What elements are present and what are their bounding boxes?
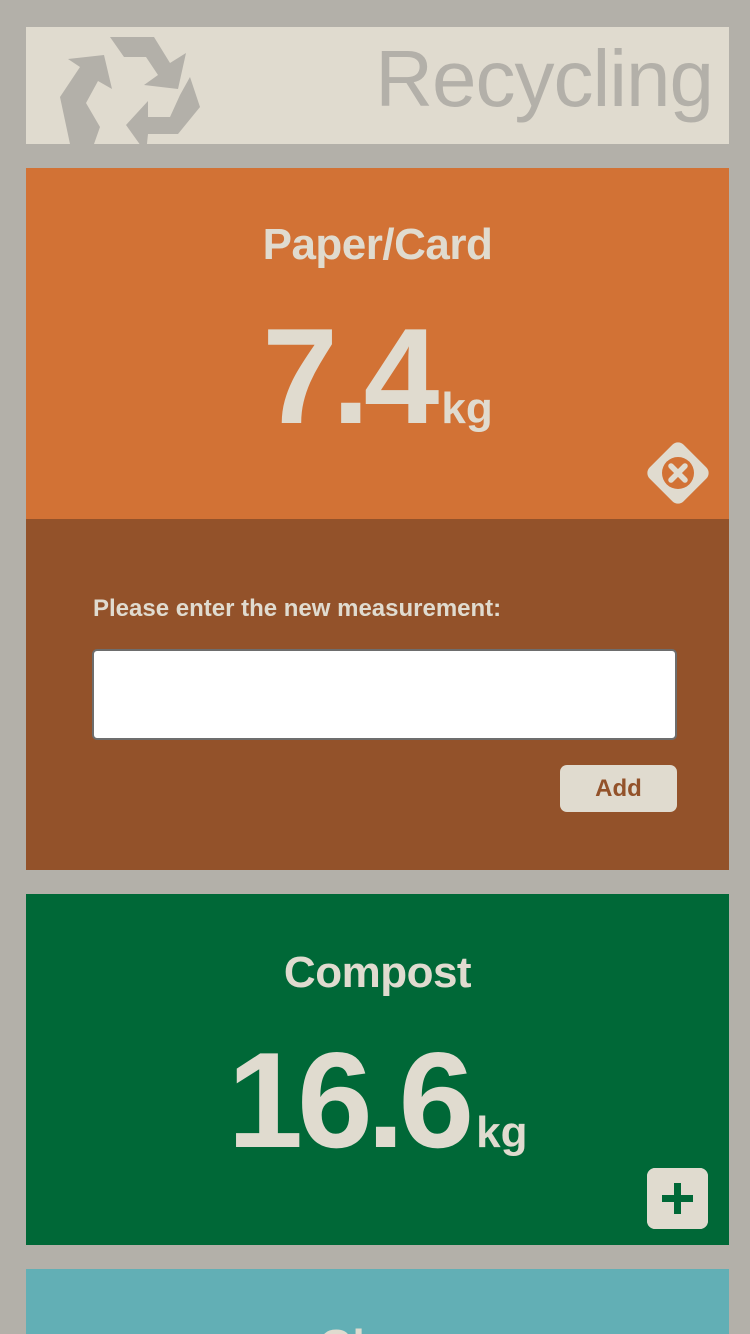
measurement-input[interactable] [92, 649, 677, 740]
category-amount: 16.6 kg [26, 1032, 729, 1168]
close-icon[interactable] [639, 434, 717, 512]
add-button[interactable]: Add [560, 765, 677, 812]
category-value: 7.4 [262, 300, 439, 452]
page-title: Recycling [375, 34, 714, 123]
plus-icon[interactable] [647, 1168, 708, 1229]
category-card-compost[interactable]: Compost 16.6 kg [26, 894, 729, 1245]
app-header: Recycling [26, 27, 729, 144]
category-unit: kg [476, 1108, 528, 1157]
category-unit: kg [441, 384, 493, 433]
category-value: 16.6 [227, 1024, 474, 1176]
category-name: Compost [283, 948, 472, 997]
recycle-icon [60, 37, 200, 144]
category-name: Glass [26, 1321, 729, 1334]
measurement-prompt: Please enter the new measurement: [93, 595, 502, 622]
category-card-glass[interactable]: Glass [26, 1269, 729, 1334]
category-card-paper[interactable]: Paper/Card 7.4 kg [26, 168, 729, 519]
category-amount: 7.4 kg [26, 308, 729, 444]
measurement-entry-panel: Please enter the new measurement: Add [26, 519, 729, 870]
category-name: Paper/Card [262, 220, 493, 269]
